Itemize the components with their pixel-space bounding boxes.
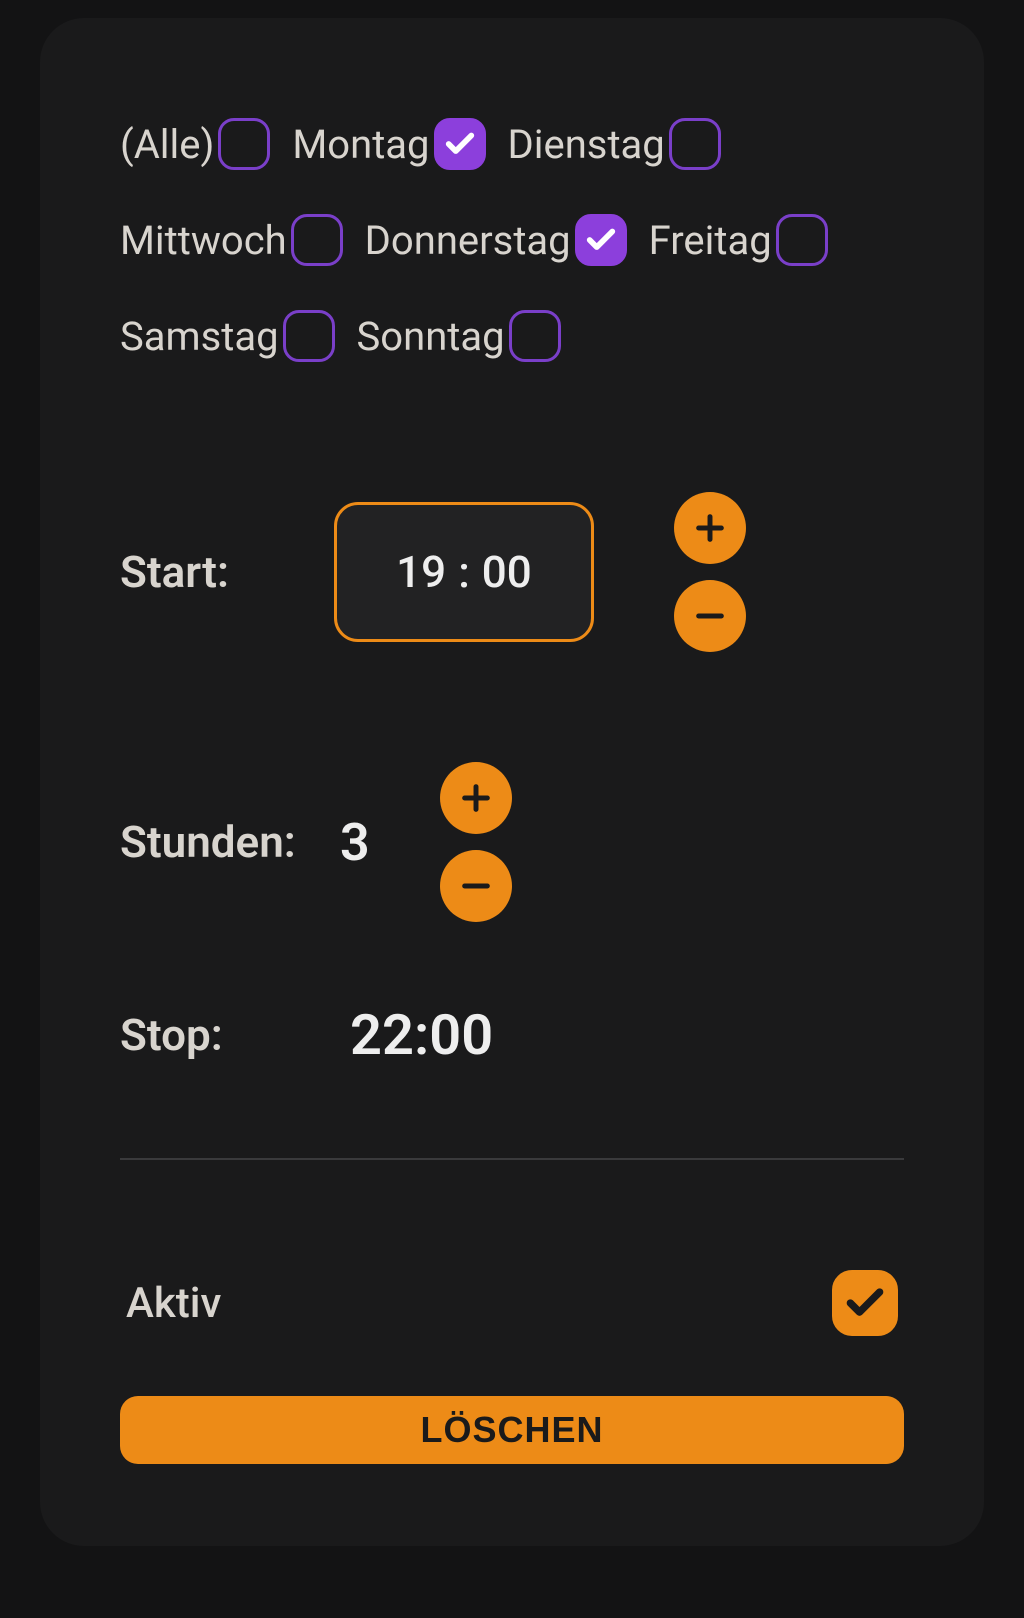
stop-row: Stop: 22:00: [120, 1002, 904, 1068]
start-time-input[interactable]: 19 : 00: [334, 502, 594, 642]
time-colon: :: [458, 546, 470, 598]
day-checkbox[interactable]: [291, 214, 343, 266]
day-checkbox[interactable]: [776, 214, 828, 266]
day-checkbox[interactable]: [434, 118, 486, 170]
start-plus-button[interactable]: [674, 492, 746, 564]
start-minute: 00: [482, 546, 532, 598]
minus-icon: [693, 599, 727, 633]
start-hour: 19: [396, 546, 446, 598]
hours-minus-button[interactable]: [440, 850, 512, 922]
check-icon: [843, 1281, 887, 1325]
hours-plus-button[interactable]: [440, 762, 512, 834]
divider: [120, 1158, 904, 1160]
active-checkbox[interactable]: [832, 1270, 898, 1336]
day-saturday[interactable]: Samstag: [120, 310, 335, 362]
day-all[interactable]: (Alle): [120, 118, 270, 170]
day-label: Mittwoch: [120, 217, 287, 264]
day-friday[interactable]: Freitag: [649, 214, 828, 266]
delete-button[interactable]: LÖSCHEN: [120, 1396, 904, 1464]
stop-label: Stop:: [120, 1009, 310, 1061]
day-checkbox[interactable]: [509, 310, 561, 362]
day-checkbox[interactable]: [575, 214, 627, 266]
day-label: Donnerstag: [365, 217, 571, 264]
day-thursday[interactable]: Donnerstag: [365, 214, 627, 266]
hours-value: 3: [340, 812, 370, 873]
start-row: Start: 19 : 00: [120, 492, 904, 652]
day-checkbox[interactable]: [283, 310, 335, 362]
day-label: Montag: [292, 121, 429, 168]
day-checkbox[interactable]: [669, 118, 721, 170]
minus-icon: [459, 869, 493, 903]
day-sunday[interactable]: Sonntag: [357, 310, 561, 362]
start-minus-button[interactable]: [674, 580, 746, 652]
day-checkbox[interactable]: [218, 118, 270, 170]
day-label: Sonntag: [357, 313, 505, 360]
schedule-card: (Alle) Montag Dienstag Mittwoch Donnerstag Fr…: [40, 18, 984, 1546]
day-label: Freitag: [649, 217, 772, 264]
start-stepper: [674, 492, 746, 652]
plus-icon: [459, 781, 493, 815]
hours-label: Stunden:: [120, 816, 310, 868]
active-label: Aktiv: [126, 1279, 221, 1328]
stop-value: 22:00: [350, 1002, 493, 1068]
day-label: (Alle): [120, 121, 214, 168]
check-icon: [443, 127, 477, 161]
days-group: (Alle) Montag Dienstag Mittwoch Donnerstag Fr…: [120, 118, 904, 362]
day-tuesday[interactable]: Dienstag: [508, 118, 721, 170]
hours-row: Stunden: 3: [120, 762, 904, 922]
check-icon: [584, 223, 618, 257]
day-wednesday[interactable]: Mittwoch: [120, 214, 343, 266]
day-label: Dienstag: [508, 121, 665, 168]
day-monday[interactable]: Montag: [292, 118, 485, 170]
plus-icon: [693, 511, 727, 545]
hours-stepper: [440, 762, 512, 922]
active-row: Aktiv: [120, 1270, 904, 1336]
start-label: Start:: [120, 546, 310, 598]
day-label: Samstag: [120, 313, 279, 360]
